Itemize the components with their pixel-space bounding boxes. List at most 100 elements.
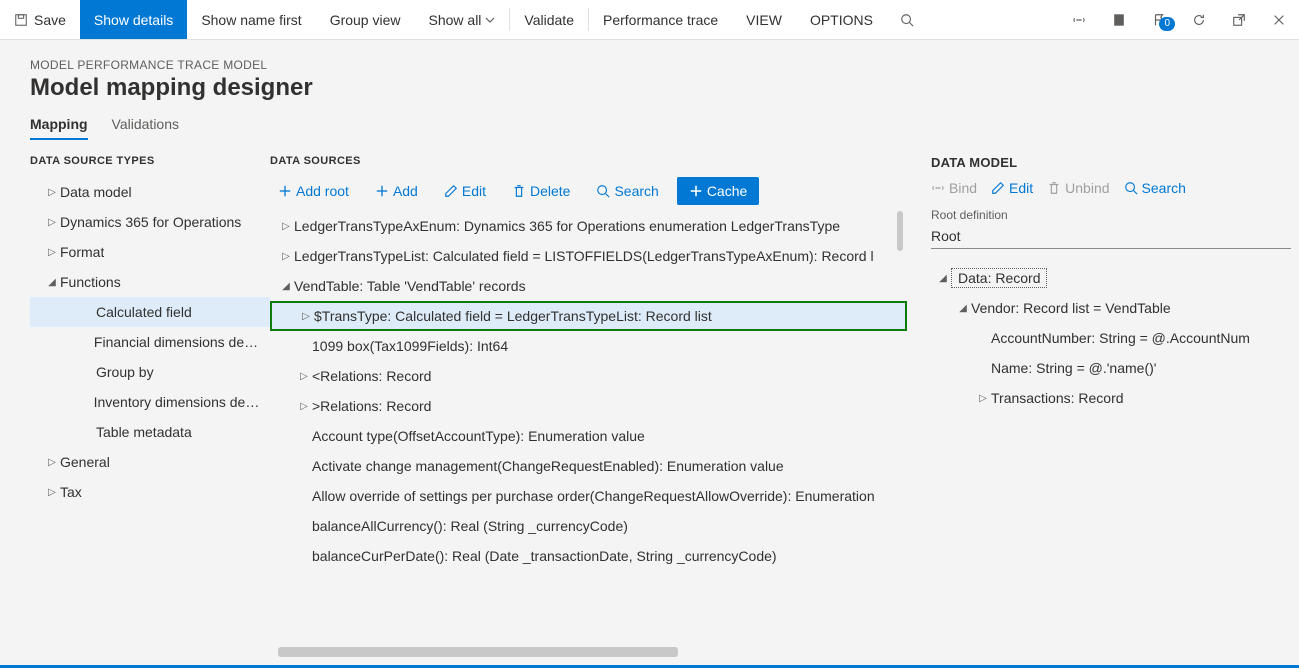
tree-item-label: Data model	[60, 184, 132, 200]
datasources-row[interactable]: ◢VendTable: Table 'VendTable' records	[270, 271, 907, 301]
vertical-scrollbar[interactable]	[897, 211, 903, 251]
datasources-row[interactable]: Account type(OffsetAccountType): Enumera…	[270, 421, 907, 451]
datasources-row[interactable]: ▷<Relations: Record	[270, 361, 907, 391]
datamodel-toolbar: Bind Edit Unbind Search	[931, 180, 1291, 196]
office-icon-button[interactable]	[1099, 13, 1139, 27]
datasources-toolbar: Add root Add Edit Delete Search Cache	[270, 177, 907, 205]
tree-item-label: $TransType: Calculated field = LedgerTra…	[314, 308, 712, 324]
options-menu[interactable]: OPTIONS	[796, 0, 887, 39]
add-button[interactable]: Add	[367, 178, 426, 204]
bind-button: Bind	[931, 180, 977, 196]
group-view-button[interactable]: Group view	[316, 0, 415, 39]
tree-item-label: Inventory dimensions details	[94, 394, 262, 410]
expand-toggle-icon[interactable]: ▷	[975, 393, 991, 404]
tree-item-label: balanceCurPerDate(): Real (Date _transac…	[312, 548, 777, 564]
datasources-row[interactable]: ▷LedgerTransTypeList: Calculated field =…	[270, 241, 907, 271]
refresh-button[interactable]	[1179, 13, 1219, 27]
show-all-button[interactable]: Show all	[415, 0, 510, 39]
dstypes-row[interactable]: Inventory dimensions details	[30, 387, 270, 417]
rootdef-input[interactable]: Root	[931, 226, 1291, 249]
expand-toggle-icon[interactable]: ▷	[298, 311, 314, 322]
cache-button[interactable]: Cache	[677, 177, 759, 205]
top-toolbar: Save Show details Show name first Group …	[0, 0, 1299, 40]
tree-item-label: AccountNumber: String = @.AccountNum	[991, 330, 1250, 346]
datamodel-heading: DATA MODEL	[931, 155, 1291, 170]
notifications-button[interactable]: 0	[1139, 13, 1179, 27]
save-button[interactable]: Save	[0, 0, 80, 39]
datasources-row[interactable]: balanceAllCurrency(): Real (String _curr…	[270, 511, 907, 541]
datasources-row[interactable]: Allow override of settings per purchase …	[270, 481, 907, 511]
expand-toggle-icon[interactable]: ◢	[935, 273, 951, 284]
dstypes-row[interactable]: ▷General	[30, 447, 270, 477]
expand-toggle-icon[interactable]: ▷	[296, 371, 312, 382]
datamodel-row[interactable]: ◢Data: Record	[931, 263, 1291, 293]
expand-toggle-icon[interactable]: ▷	[278, 221, 294, 232]
tree-item-label: LedgerTransTypeAxEnum: Dynamics 365 for …	[294, 218, 840, 234]
tree-item-label: Group by	[96, 364, 154, 380]
datasources-row[interactable]: ▷>Relations: Record	[270, 391, 907, 421]
tab-mapping[interactable]: Mapping	[30, 116, 88, 140]
expand-toggle-icon[interactable]: ◢	[278, 281, 294, 292]
datasources-tree: ▷LedgerTransTypeAxEnum: Dynamics 365 for…	[270, 211, 907, 571]
trash-icon	[1047, 181, 1061, 195]
plus-icon	[375, 184, 389, 198]
validate-button[interactable]: Validate	[510, 0, 588, 39]
datasources-heading: DATA SOURCES	[270, 155, 907, 167]
dstypes-row[interactable]: ▷Tax	[30, 477, 270, 507]
expand-toggle-icon[interactable]: ◢	[955, 303, 971, 314]
expand-toggle-icon[interactable]: ▷	[44, 247, 60, 258]
tree-item-label: Name: String = @.'name()'	[991, 360, 1156, 376]
dstypes-row[interactable]: Group by	[30, 357, 270, 387]
search-button[interactable]	[887, 0, 927, 39]
dstypes-row[interactable]: Table metadata	[30, 417, 270, 447]
show-name-first-button[interactable]: Show name first	[187, 0, 315, 39]
datasources-row[interactable]: 1099 box(Tax1099Fields): Int64	[270, 331, 907, 361]
tree-item-label: General	[60, 454, 110, 470]
page-title: Model mapping designer	[30, 74, 1269, 102]
delete-button[interactable]: Delete	[504, 178, 578, 204]
datasources-row[interactable]: balanceCurPerDate(): Real (Date _transac…	[270, 541, 907, 571]
dstypes-row[interactable]: ▷Format	[30, 237, 270, 267]
datasources-row[interactable]: Activate change management(ChangeRequest…	[270, 451, 907, 481]
tree-item-label: LedgerTransTypeList: Calculated field = …	[294, 248, 874, 264]
search-button-ds[interactable]: Search	[588, 178, 666, 204]
datamodel-row[interactable]: Name: String = @.'name()'	[931, 353, 1291, 383]
datasources-row[interactable]: ▷$TransType: Calculated field = LedgerTr…	[270, 301, 907, 331]
expand-toggle-icon[interactable]: ▷	[278, 251, 294, 262]
trash-icon	[512, 184, 526, 198]
dstypes-heading: DATA SOURCE TYPES	[30, 155, 270, 167]
refresh-icon	[1192, 13, 1206, 27]
save-icon	[14, 13, 28, 27]
page-tabs: Mapping Validations	[30, 116, 1269, 141]
expand-toggle-icon[interactable]: ▷	[44, 217, 60, 228]
columns: DATA SOURCE TYPES ▷Data model▷Dynamics 3…	[0, 149, 1299, 657]
horizontal-scrollbar[interactable]	[278, 647, 678, 657]
close-button[interactable]	[1259, 13, 1299, 27]
link-icon-button[interactable]	[1059, 13, 1099, 27]
tab-validations[interactable]: Validations	[112, 116, 179, 140]
dstypes-row[interactable]: ◢Functions	[30, 267, 270, 297]
dstypes-row[interactable]: Calculated field	[30, 297, 270, 327]
search-button-dm[interactable]: Search	[1124, 180, 1186, 196]
dstypes-row[interactable]: Financial dimensions details	[30, 327, 270, 357]
performance-trace-button[interactable]: Performance trace	[589, 0, 732, 39]
datamodel-row[interactable]: ◢Vendor: Record list = VendTable	[931, 293, 1291, 323]
add-root-button[interactable]: Add root	[270, 178, 357, 204]
edit-button-dm[interactable]: Edit	[991, 180, 1033, 196]
expand-toggle-icon[interactable]: ▷	[44, 457, 60, 468]
datamodel-row[interactable]: ▷Transactions: Record	[931, 383, 1291, 413]
edit-button[interactable]: Edit	[436, 178, 494, 204]
expand-toggle-icon[interactable]: ▷	[44, 187, 60, 198]
popout-button[interactable]	[1219, 13, 1259, 27]
expand-toggle-icon[interactable]: ◢	[44, 277, 60, 288]
datamodel-row[interactable]: AccountNumber: String = @.AccountNum	[931, 323, 1291, 353]
expand-toggle-icon[interactable]: ▷	[44, 487, 60, 498]
page-header: MODEL PERFORMANCE TRACE MODEL Model mapp…	[0, 40, 1299, 149]
dstypes-row[interactable]: ▷Data model	[30, 177, 270, 207]
view-menu[interactable]: VIEW	[732, 0, 796, 39]
chevron-down-icon	[485, 15, 495, 25]
expand-toggle-icon[interactable]: ▷	[296, 401, 312, 412]
dstypes-row[interactable]: ▷Dynamics 365 for Operations	[30, 207, 270, 237]
show-details-button[interactable]: Show details	[80, 0, 187, 39]
datasources-row[interactable]: ▷LedgerTransTypeAxEnum: Dynamics 365 for…	[270, 211, 907, 241]
